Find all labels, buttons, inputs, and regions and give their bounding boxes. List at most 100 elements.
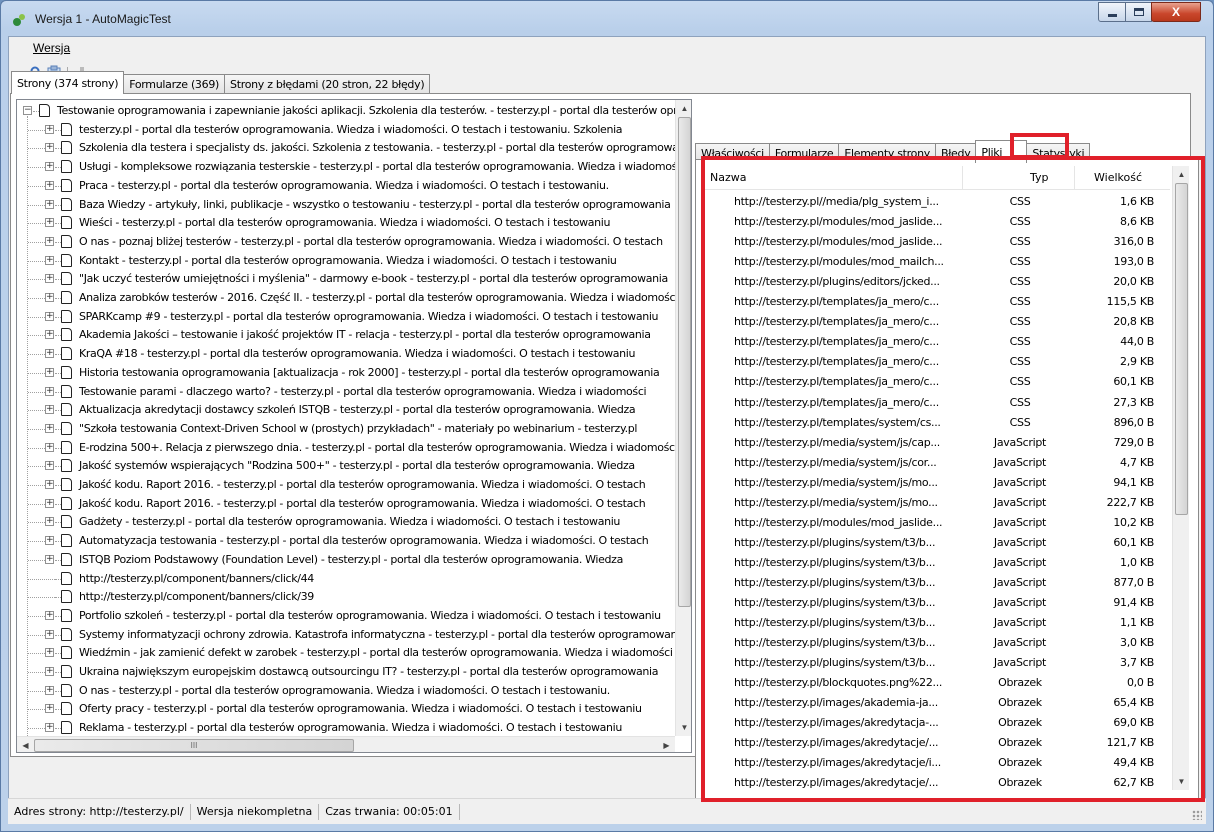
tree-item[interactable]: + Jakość kodu. Raport 2016. - testerzy.pl… — [17, 476, 675, 494]
tree-item[interactable]: + ISTQB Poziom Podstawowy (Foundation Lev… — [17, 551, 675, 569]
tree-line — [28, 522, 45, 524]
expand-icon[interactable]: + — [45, 610, 54, 620]
tree-item[interactable]: + Kontakt - testerzy.pl - portal dla test… — [17, 252, 675, 270]
expand-icon[interactable]: + — [45, 405, 54, 415]
tab-strony-z-bledami[interactable]: Strony z błędami (20 stron, 22 błędy) — [224, 74, 431, 94]
tab-strony[interactable]: Strony (374 strony) — [11, 71, 125, 94]
menu-wersja[interactable]: Wersja — [33, 41, 70, 55]
tree-item[interactable]: + Szkolenia dla testera i specjalisty ds.… — [17, 139, 675, 157]
tree-item[interactable]: + O nas - poznaj bliżej testerów - tester… — [17, 233, 675, 251]
page-icon — [61, 478, 72, 491]
tree-item[interactable]: + Jakość systemów wspierających "Rodzina … — [17, 457, 675, 475]
minimize-icon — [1107, 13, 1117, 17]
scroll-left-icon[interactable]: ◀ — [17, 737, 34, 752]
tree-item[interactable]: + Praca - testerzy.pl - portal dla tester… — [17, 177, 675, 195]
tree-line — [28, 298, 45, 299]
tree-root[interactable]: − Testowanie oprogramowania i zapewnianie… — [17, 102, 675, 120]
expand-icon[interactable]: + — [45, 124, 54, 134]
tree-vertical-scrollbar[interactable]: ▲ ▼ — [675, 100, 691, 736]
expand-icon[interactable]: + — [45, 255, 54, 265]
tree-item-label: Historia testowania oprogramowania [aktu… — [79, 365, 660, 379]
expand-icon[interactable]: + — [45, 162, 54, 172]
tree-item[interactable]: + "Jak uczyć testerów umiejętności i myśl… — [17, 270, 675, 288]
tree-item[interactable]: + testerzy.pl - portal dla testerów oprog… — [17, 121, 675, 139]
tab-formularze[interactable]: Formularze (369) — [123, 74, 226, 94]
tree-item[interactable]: + O nas - testerzy.pl - portal dla tester… — [17, 682, 675, 700]
page-icon — [61, 534, 72, 548]
expand-icon[interactable]: + — [45, 311, 54, 321]
expand-icon[interactable]: + — [45, 330, 54, 340]
tree-item[interactable]: + Aktualizacja akredytacji dostawcy szkol… — [17, 401, 675, 419]
expand-icon[interactable]: + — [45, 423, 54, 433]
scroll-down-icon[interactable]: ▼ — [676, 719, 691, 736]
expand-icon[interactable]: + — [45, 143, 54, 153]
expand-icon[interactable]: + — [45, 536, 54, 546]
expand-icon[interactable]: + — [45, 461, 54, 471]
tree-item[interactable]: + Baza Wiedzy - artykuły, linki, publikac… — [17, 196, 675, 214]
tree-item[interactable]: + Portfolio szkoleń - testerzy.pl - porta… — [17, 607, 675, 625]
expand-icon[interactable]: + — [45, 349, 54, 359]
expand-icon[interactable]: + — [45, 685, 54, 695]
minimize-button[interactable] — [1098, 2, 1126, 22]
tree-horizontal-scrollbar[interactable]: ◀ III ▶ — [17, 736, 675, 752]
expand-icon[interactable]: + — [45, 442, 54, 452]
scroll-right-icon[interactable]: ▶ — [658, 737, 675, 752]
close-icon: X — [1171, 5, 1180, 19]
tree-scroll-thumb[interactable] — [678, 117, 691, 607]
tree-item-label: Wiedźmin - jak zamienić defekt w zarobek… — [79, 646, 673, 660]
expand-icon[interactable]: + — [45, 498, 54, 508]
tree-item-label: KraQA #18 - testerzy.pl - portal dla tes… — [79, 347, 636, 361]
maximize-button[interactable] — [1125, 2, 1152, 22]
tree-item-label: Systemy informatyzacji ochrony zdrowia. … — [79, 627, 675, 641]
expand-icon[interactable]: + — [45, 648, 54, 658]
tree-item[interactable]: + SPARKcamp #9 - testerzy.pl - portal dla… — [17, 308, 675, 326]
tree-item-label: Usługi - kompleksowe rozwiązania testers… — [79, 160, 675, 174]
tree-item[interactable]: + Systemy informatyzacji ochrony zdrowia.… — [17, 626, 675, 644]
expand-icon[interactable]: + — [45, 704, 54, 714]
collapse-icon[interactable]: − — [23, 106, 32, 115]
expand-icon[interactable]: + — [45, 517, 54, 527]
page-tree[interactable]: − Testowanie oprogramowania i zapewnianie… — [16, 99, 692, 753]
expand-icon[interactable]: + — [45, 293, 54, 302]
close-button[interactable]: X — [1151, 2, 1201, 22]
tree-item[interactable]: + Akademia Jakości – testowanie i jakość … — [17, 326, 675, 344]
tree-item[interactable]: + Wieści - testerzy.pl - portal dla teste… — [17, 214, 675, 232]
expand-icon[interactable]: + — [45, 480, 54, 489]
resize-grip[interactable] — [1192, 810, 1202, 820]
tree-item[interactable]: + KraQA #18 - testerzy.pl - portal dla te… — [17, 345, 675, 363]
tree-item[interactable]: + Analiza zarobków testerów - 2016. Część… — [17, 289, 675, 307]
expand-icon[interactable]: + — [45, 236, 54, 246]
tree-item[interactable]: + Ukraina największym europejskim dostawc… — [17, 663, 675, 681]
tree-item-label: Baza Wiedzy - artykuły, linki, publikacj… — [79, 197, 671, 211]
scroll-up-icon[interactable]: ▲ — [676, 100, 691, 117]
expand-icon[interactable]: + — [45, 199, 54, 209]
expand-icon[interactable]: + — [45, 667, 54, 676]
tree-item[interactable]: + "Szkoła testowania Context-Driven Schoo… — [17, 420, 675, 438]
expand-icon[interactable]: + — [45, 386, 54, 396]
page-icon — [61, 347, 72, 361]
expand-icon[interactable]: + — [45, 367, 54, 377]
tree-item[interactable]: + Oferty pracy - testerzy.pl - portal dla… — [17, 700, 675, 718]
tree-item-label: Portfolio szkoleń - testerzy.pl - portal… — [79, 608, 661, 622]
expand-icon[interactable]: + — [45, 180, 54, 190]
expand-icon[interactable]: + — [45, 218, 54, 228]
tree-item[interactable]: + Reklama - testerzy.pl - portal dla test… — [17, 719, 675, 736]
tree-item[interactable]: + Usługi - kompleksowe rozwiązania tester… — [17, 158, 675, 176]
expand-icon[interactable]: + — [45, 554, 54, 564]
tree-item[interactable]: http://testerzy.pl/component/banners/cli… — [17, 570, 675, 588]
tree-item[interactable]: http://testerzy.pl/component/banners/cli… — [17, 588, 675, 606]
tree-item[interactable]: + Gadżety - testerzy.pl - portal dla test… — [17, 513, 675, 531]
tree-item[interactable]: + Testowanie parami - dlaczego warto? - t… — [17, 383, 675, 401]
tree-item[interactable]: + Jakość kodu. Raport 2016. - testerzy.pl… — [17, 495, 675, 513]
tree-hscroll-thumb[interactable]: III — [34, 739, 354, 752]
page-icon — [61, 721, 72, 735]
expand-icon[interactable]: + — [45, 723, 54, 733]
tree-item-label: O nas - testerzy.pl - portal dla testeró… — [79, 683, 610, 697]
expand-icon[interactable]: + — [45, 629, 54, 639]
tree-item[interactable]: + E-rodzina 500+. Relacja z pierwszego dn… — [17, 439, 675, 457]
tree-item[interactable]: + Historia testowania oprogramowania [akt… — [17, 364, 675, 382]
tree-item[interactable]: + Wiedźmin - jak zamienić defekt w zarobe… — [17, 644, 675, 662]
expand-icon[interactable]: + — [45, 274, 54, 284]
tree-item[interactable]: + Automatyzacja testowania - testerzy.pl … — [17, 532, 675, 550]
title-bar[interactable]: Wersja 1 - AutoMagicTest X — [1, 1, 1213, 37]
